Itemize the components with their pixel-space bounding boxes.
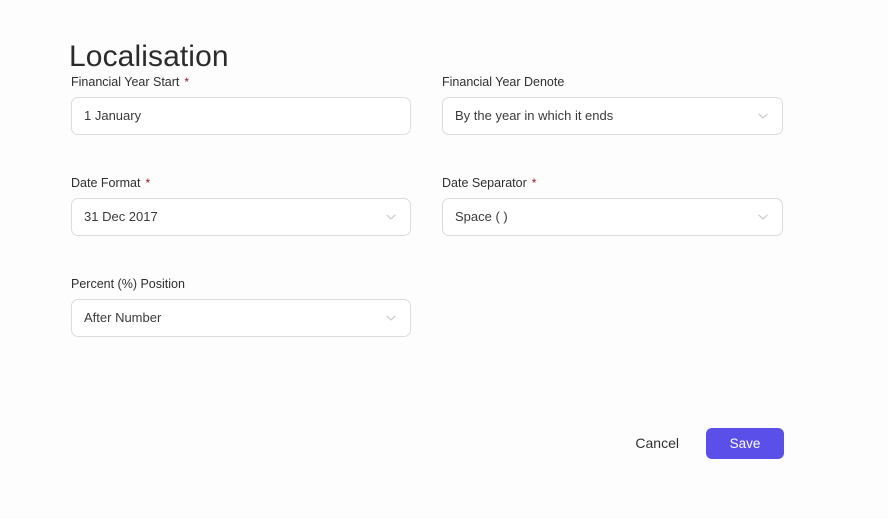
percent-position-value: After Number (84, 310, 162, 325)
chevron-down-icon (756, 109, 770, 123)
page-title: Localisation (69, 40, 229, 74)
label-text: Financial Year Denote (442, 75, 565, 89)
required-asterisk: * (145, 176, 151, 190)
field-date-format: Date Format * 31 Dec 2017 (71, 175, 411, 236)
field-label-date-separator: Date Separator * (442, 175, 783, 191)
required-asterisk: * (184, 75, 190, 89)
financial-year-denote-value: By the year in which it ends (455, 108, 614, 123)
required-asterisk: * (531, 176, 537, 190)
field-date-separator: Date Separator * Space ( ) (442, 175, 783, 236)
label-text: Date Format (71, 176, 141, 190)
label-text: Financial Year Start (71, 75, 180, 89)
save-button[interactable]: Save (706, 428, 784, 459)
field-percent-position: Percent (%) Position After Number (71, 276, 411, 337)
financial-year-start-input[interactable]: 1 January (71, 97, 411, 135)
chevron-down-icon (384, 210, 398, 224)
cancel-button[interactable]: Cancel (635, 428, 679, 459)
chevron-down-icon (756, 210, 770, 224)
form-row: Date Format * 31 Dec 2017 Date Separator * (71, 175, 783, 236)
date-format-select[interactable]: 31 Dec 2017 (71, 198, 411, 236)
localisation-form: Financial Year Start * 1 January Financia… (71, 74, 783, 337)
field-label-financial-year-start: Financial Year Start * (71, 74, 411, 90)
localisation-settings-page: Localisation Financial Year Start * 1 Jan… (0, 0, 888, 519)
form-row: Financial Year Start * 1 January Financia… (71, 74, 783, 135)
date-format-value: 31 Dec 2017 (84, 209, 158, 224)
financial-year-denote-select[interactable]: By the year in which it ends (442, 97, 783, 135)
field-financial-year-start: Financial Year Start * 1 January (71, 74, 411, 135)
financial-year-start-value: 1 January (84, 108, 142, 123)
field-label-percent-position: Percent (%) Position (71, 276, 411, 292)
field-label-date-format: Date Format * (71, 175, 411, 191)
field-financial-year-denote: Financial Year Denote By the year in whi… (442, 74, 783, 135)
label-text: Percent (%) Position (71, 277, 185, 291)
label-text: Date Separator (442, 176, 527, 190)
date-separator-select[interactable]: Space ( ) (442, 198, 783, 236)
form-actions: Cancel Save (635, 428, 784, 459)
chevron-down-icon (384, 311, 398, 325)
percent-position-select[interactable]: After Number (71, 299, 411, 337)
form-row: Percent (%) Position After Number (71, 276, 783, 337)
field-label-financial-year-denote: Financial Year Denote (442, 74, 783, 90)
date-separator-value: Space ( ) (455, 209, 508, 224)
